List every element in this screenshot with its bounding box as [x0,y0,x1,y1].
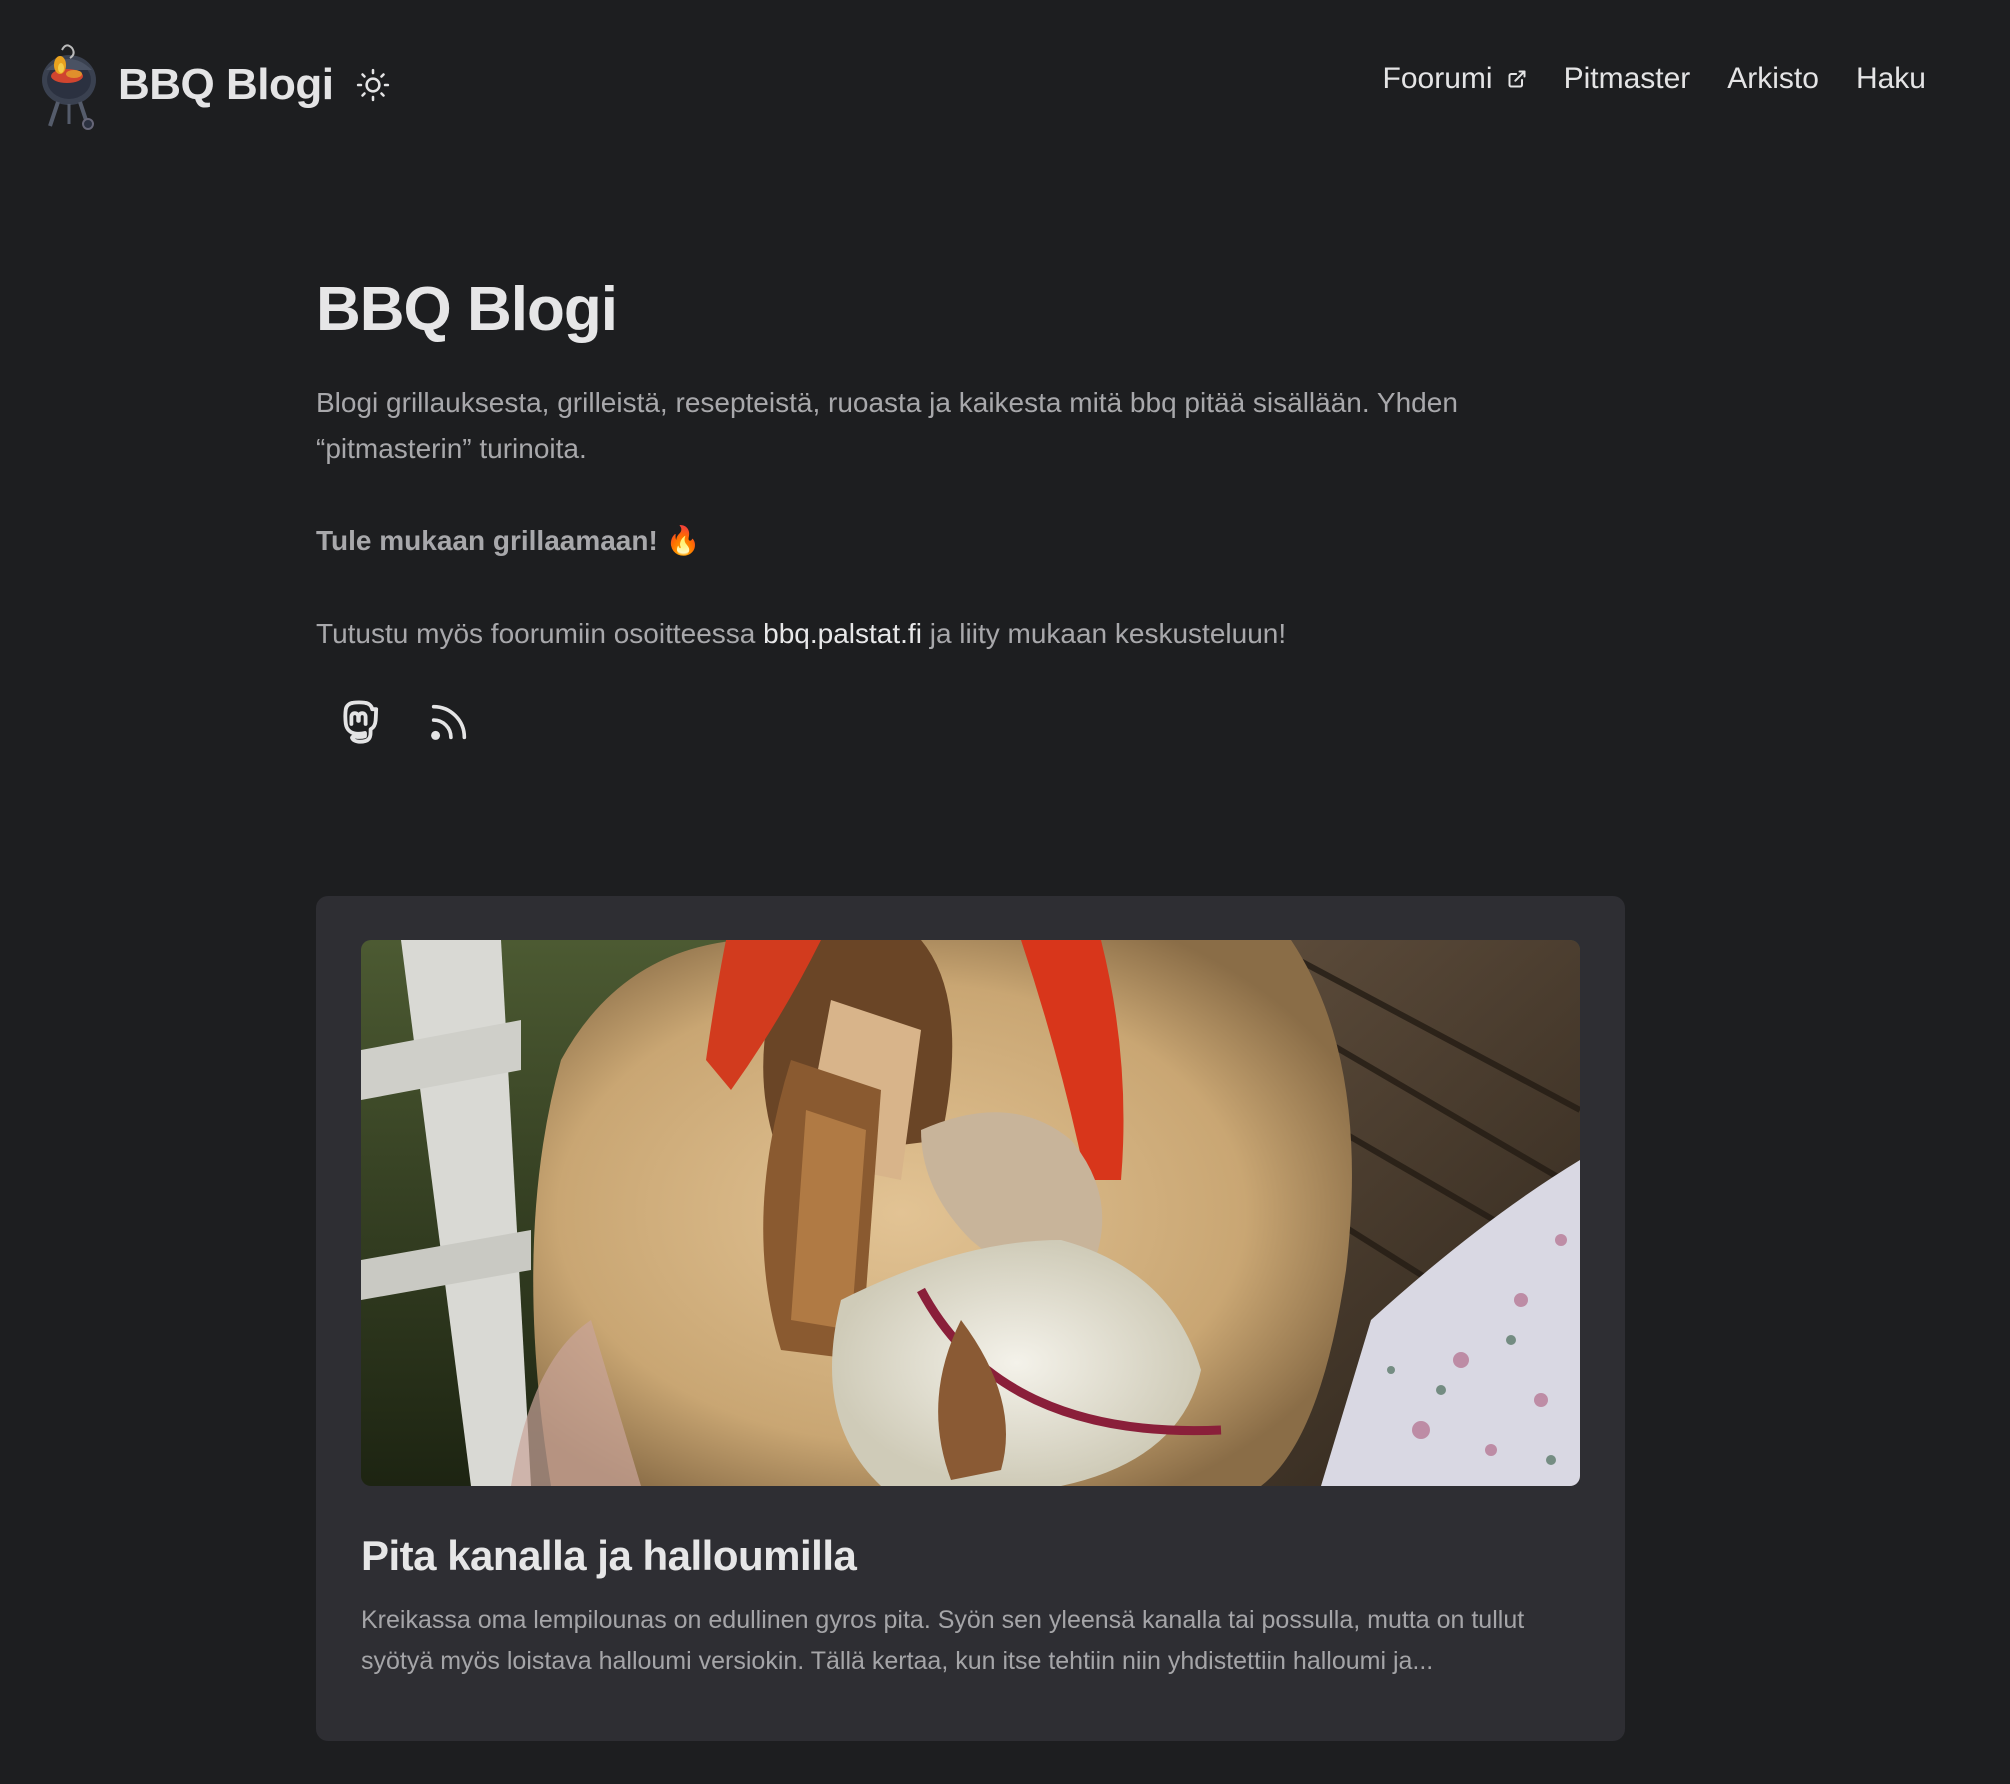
forum-invite: Tutustu myös foorumiin osoitteessa bbq.p… [316,611,1626,657]
external-link-icon [1508,70,1526,88]
main-nav: Foorumi Pitmaster Arkisto Haku [1383,62,1926,96]
rss-link[interactable] [424,697,474,747]
post-excerpt: Kreikassa oma lempilounas on edullinen g… [361,1606,1525,1675]
sun-icon [357,68,390,102]
nav-item-label: Foorumi [1382,62,1493,95]
post-card[interactable]: Pita kanalla ja halloumilla Kreikassa om… [316,896,1625,1741]
site-title[interactable]: BBQ Blogi [118,60,334,110]
pita-photo [361,940,1580,1486]
site-header: BBQ Blogi Foorumi Pitmaster Arkisto Haku [0,0,2010,170]
theme-toggle-button[interactable] [355,67,391,103]
forum-invite-suffix: ja liity mukaan keskusteluun! [921,618,1287,649]
mastodon-icon [343,700,379,744]
site-description: Blogi grillauksesta, grilleistä, resepte… [316,387,1458,464]
rss-icon [431,704,467,740]
page-title: BBQ Blogi [316,275,618,344]
nav-item-pitmaster[interactable]: Pitmaster [1564,62,1691,96]
call-to-action: Tule mukaan grillaamaan! 🔥 [316,525,701,556]
nav-item-haku[interactable]: Haku [1856,62,1926,96]
forum-link[interactable]: bbq.palstat.fi [763,618,922,649]
social-icons [316,697,1626,747]
mastodon-link[interactable] [334,697,384,747]
grill-logo-icon [42,44,96,130]
forum-invite-prefix: Tutustu myös foorumiin osoitteessa [316,618,764,649]
site-logo-link[interactable]: BBQ Blogi [36,36,391,134]
nav-item-arkisto[interactable]: Arkisto [1727,62,1819,96]
nav-item-foorumi[interactable]: Foorumi [1383,62,1527,96]
post-cover-image [361,940,1580,1486]
home-info: BBQ Blogi Blogi grillauksesta, grilleist… [316,270,1626,747]
post-title: Pita kanalla ja halloumilla [361,1532,857,1579]
